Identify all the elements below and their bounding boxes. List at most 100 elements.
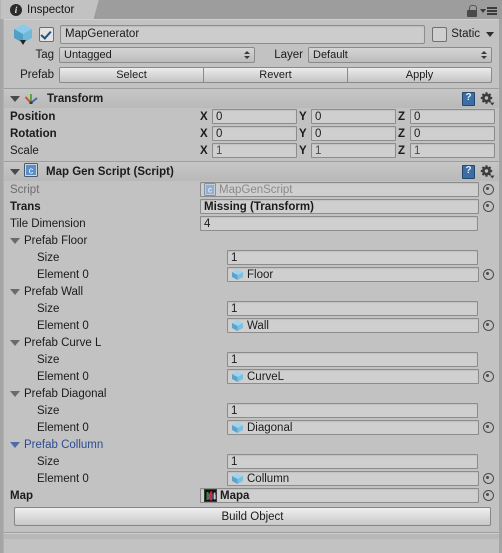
- static-checkbox[interactable]: [432, 26, 448, 42]
- layer-dropdown[interactable]: Default: [308, 47, 492, 63]
- gameobject-name-input[interactable]: MapGenerator: [60, 24, 426, 44]
- object-picker-icon[interactable]: [482, 421, 495, 434]
- transform-header-actions: [462, 91, 495, 106]
- position-x-input[interactable]: 0: [212, 109, 297, 124]
- inspector-panel: MapGenerator Static Tag Untagged Layer D…: [3, 19, 499, 553]
- map-field-col: Mapa: [200, 488, 495, 503]
- rotation-vector: X 0 Y 0 Z 0: [200, 126, 495, 141]
- prefab-floor-label: Prefab Floor: [24, 234, 88, 247]
- prefab-collumn-element0-value: Collumn: [247, 472, 290, 485]
- prefab-floor-size-row: Size 1: [4, 249, 499, 266]
- prefab-curve-l-element0-field[interactable]: CurveL: [227, 369, 479, 384]
- transform-foldout-icon[interactable]: [10, 95, 20, 102]
- tile-dimension-label: Tile Dimension: [10, 217, 86, 230]
- gear-icon[interactable]: [480, 91, 495, 106]
- object-picker-icon[interactable]: [482, 319, 495, 332]
- prefab-floor-element0-field[interactable]: Floor: [227, 267, 479, 282]
- prefab-floor-element0-label: Element 0: [37, 268, 89, 281]
- script-row: Script c MapGenScript: [4, 181, 499, 198]
- hamburger-menu-icon[interactable]: [480, 7, 497, 15]
- help-book-icon[interactable]: [462, 164, 475, 179]
- tab-strip: i Inspector: [0, 0, 502, 19]
- prefab-collumn-size-input[interactable]: 1: [227, 454, 478, 469]
- object-picker-icon[interactable]: [482, 489, 495, 502]
- position-y-input[interactable]: 0: [311, 109, 396, 124]
- tab-edge: [90, 0, 105, 19]
- tag-dropdown[interactable]: Untagged: [59, 47, 255, 63]
- rotation-x-axis-label: X: [200, 127, 208, 140]
- scale-z-input[interactable]: 1: [410, 143, 495, 158]
- static-dropdown-caret-icon[interactable]: [486, 31, 494, 37]
- rotation-x-input[interactable]: 0: [212, 126, 297, 141]
- scale-x-input[interactable]: 1: [212, 143, 297, 158]
- prefab-collumn-foldout-icon[interactable]: [10, 441, 20, 448]
- prefab-diagonal-element0-field-col: Diagonal: [227, 420, 495, 435]
- position-label: Position: [10, 110, 56, 123]
- map-value: Mapa: [220, 489, 250, 502]
- csharp-script-icon: c: [204, 183, 216, 196]
- prefab-diagonal-element0-field[interactable]: Diagonal: [227, 420, 479, 435]
- rotation-z-input[interactable]: 0: [410, 126, 495, 141]
- tile-dimension-field-col: 4: [200, 216, 495, 231]
- map-object-field[interactable]: Mapa: [200, 488, 479, 503]
- transform-header[interactable]: Transform: [4, 89, 499, 108]
- static-group: Static: [432, 26, 494, 42]
- prefab-wall-element0-field-col: Wall: [227, 318, 495, 333]
- array-header-prefab-collumn[interactable]: Prefab Collumn: [4, 436, 499, 453]
- prefab-diagonal-size-row: Size 1: [4, 402, 499, 419]
- csharp-script-icon: c: [24, 163, 38, 180]
- scale-vector: X 1 Y 1 Z 1: [200, 143, 495, 158]
- prefab-curve-l-size-input[interactable]: 1: [227, 352, 478, 367]
- trans-value: Missing (Transform): [204, 200, 314, 213]
- object-picker-icon[interactable]: [482, 268, 495, 281]
- unity-inspector-window: i Inspector MapGenerator Static Tag Unta…: [0, 0, 502, 553]
- scale-y-input[interactable]: 1: [311, 143, 396, 158]
- array-header-prefab-diagonal[interactable]: Prefab Diagonal: [4, 385, 499, 402]
- object-picker-icon[interactable]: [482, 200, 495, 213]
- map-gen-script-foldout-icon[interactable]: [10, 168, 20, 175]
- scale-x-axis-label: X: [200, 144, 208, 157]
- lock-icon[interactable]: [466, 5, 477, 17]
- prefab-diagonal-size-input[interactable]: 1: [227, 403, 478, 418]
- prefab-wall-size-input[interactable]: 1: [227, 301, 478, 316]
- prefab-floor-foldout-icon[interactable]: [10, 237, 20, 244]
- trans-label: Trans: [10, 200, 41, 213]
- prefab-floor-element0-value: Floor: [247, 268, 274, 281]
- scale-label: Scale: [10, 144, 39, 157]
- scale-z-axis-label: Z: [398, 144, 406, 157]
- prefab-collumn-element0-field[interactable]: Collumn: [227, 471, 479, 486]
- map-gen-script-header[interactable]: c Map Gen Script (Script): [4, 162, 499, 181]
- object-picker-icon[interactable]: [482, 472, 495, 485]
- info-icon: i: [10, 3, 22, 16]
- trans-field-col: Missing (Transform): [200, 199, 495, 214]
- object-picker-icon[interactable]: [482, 183, 495, 196]
- build-object-button[interactable]: Build Object: [14, 507, 491, 526]
- prefab-curve-l-element0-field-col: CurveL: [227, 369, 495, 384]
- help-book-icon[interactable]: [462, 91, 475, 106]
- prefab-apply-button[interactable]: Apply: [348, 67, 492, 83]
- array-header-prefab-curve-l[interactable]: Prefab Curve L: [4, 334, 499, 351]
- object-picker-icon[interactable]: [482, 370, 495, 383]
- prefab-curve-l-foldout-icon[interactable]: [10, 339, 20, 346]
- trans-object-field[interactable]: Missing (Transform): [200, 199, 479, 214]
- position-z-input[interactable]: 0: [410, 109, 495, 124]
- script-field-col: c MapGenScript: [200, 182, 495, 197]
- scale-y-axis-label: Y: [299, 144, 307, 157]
- prefab-select-button[interactable]: Select: [59, 67, 204, 83]
- prefab-diagonal-foldout-icon[interactable]: [10, 390, 20, 397]
- gameobject-enabled-checkbox[interactable]: [39, 26, 54, 42]
- tile-dimension-input[interactable]: 4: [200, 216, 478, 231]
- script-object-field[interactable]: c MapGenScript: [200, 182, 479, 197]
- rotation-y-input[interactable]: 0: [311, 126, 396, 141]
- prefab-wall-foldout-icon[interactable]: [10, 288, 20, 295]
- prefab-wall-element0-field[interactable]: Wall: [227, 318, 479, 333]
- prefab-curve-l-element0-value: CurveL: [247, 370, 285, 383]
- position-z-axis-label: Z: [398, 110, 406, 123]
- tab-inspector[interactable]: i Inspector: [0, 0, 91, 19]
- prefab-revert-button[interactable]: Revert: [204, 67, 348, 83]
- array-header-prefab-wall[interactable]: Prefab Wall: [4, 283, 499, 300]
- prefab-wall-size-field-col: 1: [227, 301, 495, 316]
- prefab-floor-size-input[interactable]: 1: [227, 250, 478, 265]
- array-header-prefab-floor[interactable]: Prefab Floor: [4, 232, 499, 249]
- gear-icon[interactable]: [480, 164, 495, 179]
